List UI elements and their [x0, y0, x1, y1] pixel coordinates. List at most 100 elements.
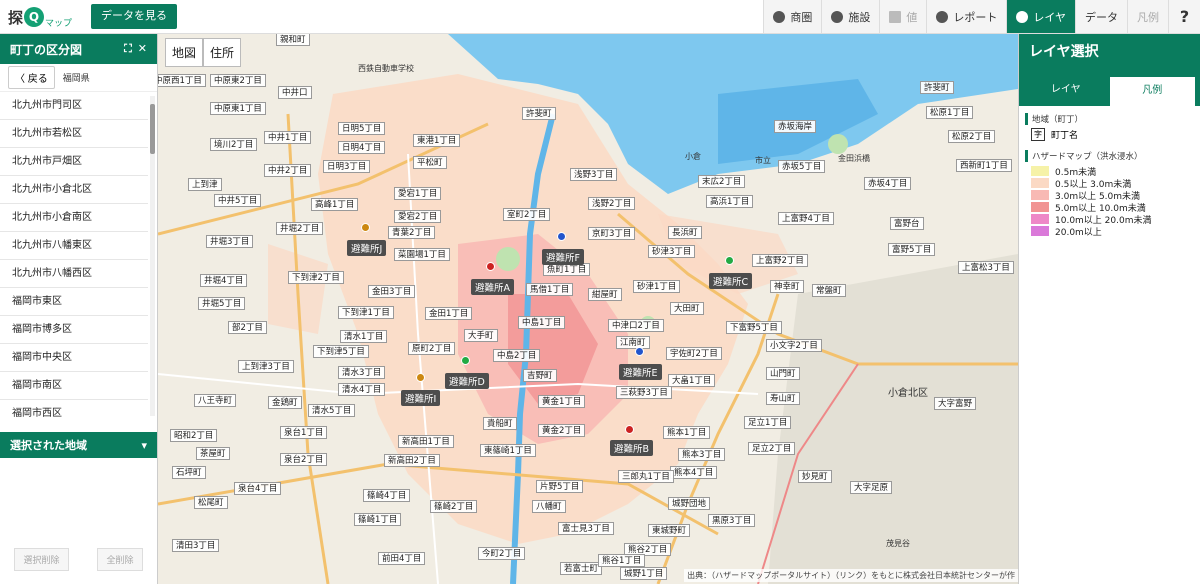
town-label[interactable]: 山門町 — [766, 367, 800, 380]
town-label[interactable]: 中井5丁目 — [214, 194, 262, 207]
shelter-pin[interactable] — [725, 256, 734, 265]
view-data-button[interactable]: データを見る — [91, 4, 177, 29]
shelter-label[interactable]: 避難所B — [610, 440, 654, 456]
town-label[interactable]: 高浜1丁目 — [706, 195, 754, 208]
town-label[interactable]: 熊谷1丁目 — [598, 554, 646, 567]
toolbar-value-button[interactable]: 値 — [879, 0, 927, 33]
list-item[interactable]: 北九州市八幡東区 — [0, 232, 148, 260]
town-label[interactable]: 清水3丁目 — [338, 366, 386, 379]
town-label[interactable]: 篠崎1丁目 — [354, 513, 402, 526]
shelter-label[interactable]: 避難所C — [709, 273, 753, 289]
town-label[interactable]: 泉台1丁目 — [280, 426, 328, 439]
help-button[interactable]: ? — [1168, 0, 1200, 33]
selected-region-header[interactable]: 選択された地域 ▾ — [0, 432, 157, 458]
toolbar-layer-button[interactable]: レイヤ — [1006, 0, 1075, 33]
list-item[interactable]: 福岡市東区 — [0, 288, 148, 316]
town-label[interactable]: 松尾町 — [194, 496, 228, 509]
town-label[interactable]: 清水4丁目 — [338, 383, 386, 396]
town-label[interactable]: 足立2丁目 — [748, 442, 796, 455]
town-label[interactable]: 松原1丁目 — [926, 106, 974, 119]
clear-selected-button[interactable]: 選択削除 — [14, 547, 69, 571]
tab-legend[interactable]: 凡例 — [1108, 76, 1196, 106]
town-label[interactable]: 下到津1丁目 — [338, 306, 394, 319]
town-label[interactable]: 東篠崎1丁目 — [480, 444, 536, 457]
town-label[interactable]: 東城野町 — [648, 524, 691, 537]
town-label[interactable]: 篠崎4丁目 — [363, 489, 411, 502]
shelter-pin[interactable] — [635, 347, 644, 356]
town-label[interactable]: 中原西1丁目 — [158, 74, 206, 87]
town-label[interactable]: 上富松3丁目 — [958, 261, 1014, 274]
town-label[interactable]: 清水5丁目 — [308, 404, 356, 417]
town-label[interactable]: 井堀4丁目 — [200, 274, 248, 287]
town-label[interactable]: 中島1丁目 — [518, 316, 566, 329]
town-label[interactable]: 井堀5丁目 — [198, 297, 246, 310]
town-label[interactable]: 平松町 — [413, 156, 447, 169]
town-label[interactable]: 八王寺町 — [194, 394, 237, 407]
town-label[interactable]: 江南町 — [616, 336, 650, 349]
town-label[interactable]: 黒原3丁目 — [708, 514, 756, 527]
town-label[interactable]: 許斐町 — [920, 81, 954, 94]
town-label[interactable]: 城野団地 — [668, 497, 711, 510]
town-label[interactable]: 部2丁目 — [228, 321, 267, 334]
town-label[interactable]: 長浜町 — [668, 226, 702, 239]
town-label[interactable]: 中原東1丁目 — [210, 102, 266, 115]
town-label[interactable]: 中津口2丁目 — [608, 319, 664, 332]
town-label[interactable]: 熊本3丁目 — [678, 448, 726, 461]
town-label[interactable]: 富野5丁目 — [888, 243, 936, 256]
town-label[interactable]: 富野台 — [890, 217, 924, 230]
toolbar-report-button[interactable]: レポート — [926, 0, 1007, 33]
town-label[interactable]: 菜園場1丁目 — [394, 248, 450, 261]
town-label[interactable]: 東港1丁目 — [413, 134, 461, 147]
shelter-pin[interactable] — [461, 356, 470, 365]
town-label[interactable]: 高峰1丁目 — [311, 198, 359, 211]
list-item[interactable]: 北九州市戸畑区 — [0, 148, 148, 176]
town-label[interactable]: 新高田1丁目 — [398, 435, 454, 448]
town-label[interactable]: 浅野2丁目 — [588, 197, 636, 210]
list-item[interactable]: 北九州市若松区 — [0, 120, 148, 148]
town-label[interactable]: 境川2丁目 — [210, 138, 258, 151]
town-label[interactable]: 中島2丁目 — [493, 349, 541, 362]
town-label[interactable]: 吉野町 — [523, 369, 557, 382]
town-label[interactable]: 日明4丁目 — [338, 141, 386, 154]
town-label[interactable]: 大字富野 — [934, 397, 977, 410]
town-label[interactable]: 茶屋町 — [196, 447, 230, 460]
town-label[interactable]: 新高田2丁目 — [384, 454, 440, 467]
list-item[interactable]: 福岡市西区 — [0, 400, 148, 418]
town-label[interactable]: 中原東2丁目 — [210, 74, 266, 87]
town-label[interactable]: 中井2丁目 — [264, 164, 312, 177]
toolbar-data-button[interactable]: データ — [1075, 0, 1127, 33]
region-list-scrollbar[interactable] — [150, 96, 155, 416]
toolbar-shoken-button[interactable]: 商圏 — [763, 0, 822, 33]
town-label[interactable]: 黄金1丁目 — [538, 395, 586, 408]
tab-map[interactable]: 地図 — [165, 38, 204, 67]
town-label[interactable]: 砂津3丁目 — [648, 245, 696, 258]
town-label[interactable]: 松原2丁目 — [948, 130, 996, 143]
shelter-pin[interactable] — [486, 262, 495, 271]
list-item[interactable]: 福岡市博多区 — [0, 316, 148, 344]
shelter-pin[interactable] — [361, 223, 370, 232]
town-label[interactable]: 下富野5丁目 — [726, 321, 782, 334]
list-item[interactable]: 福岡市中央区 — [0, 344, 148, 372]
town-label[interactable]: 清田3丁目 — [172, 539, 220, 552]
list-item[interactable]: 北九州市小倉北区 — [0, 176, 148, 204]
shelter-label[interactable]: 避難所E — [619, 364, 662, 380]
town-label[interactable]: 大畠1丁目 — [668, 374, 716, 387]
town-label[interactable]: 貴船町 — [483, 417, 517, 430]
shelter-label[interactable]: 避難所D — [445, 373, 489, 389]
town-label[interactable]: 今町2丁目 — [478, 547, 526, 560]
town-label[interactable]: 井堀3丁目 — [206, 235, 254, 248]
town-label[interactable]: 愛宕2丁目 — [394, 210, 442, 223]
shelter-pin[interactable] — [557, 232, 566, 241]
shelter-label[interactable]: 避難所A — [471, 279, 514, 295]
town-label[interactable]: 昭和2丁目 — [170, 429, 218, 442]
town-label[interactable]: 金田3丁目 — [368, 285, 416, 298]
town-label[interactable]: 大手町 — [464, 329, 498, 342]
app-logo[interactable]: 探 Q マップ — [8, 4, 72, 30]
town-label[interactable]: 青葉2丁目 — [388, 226, 436, 239]
town-label[interactable]: 金鶏町 — [268, 396, 302, 409]
town-label[interactable]: 熊本1丁目 — [663, 426, 711, 439]
town-label[interactable]: 愛宕1丁目 — [394, 187, 442, 200]
town-label[interactable]: 原町2丁目 — [408, 342, 456, 355]
expand-icon[interactable]: ⛶ — [124, 42, 132, 56]
town-label[interactable]: 石坪町 — [172, 466, 206, 479]
